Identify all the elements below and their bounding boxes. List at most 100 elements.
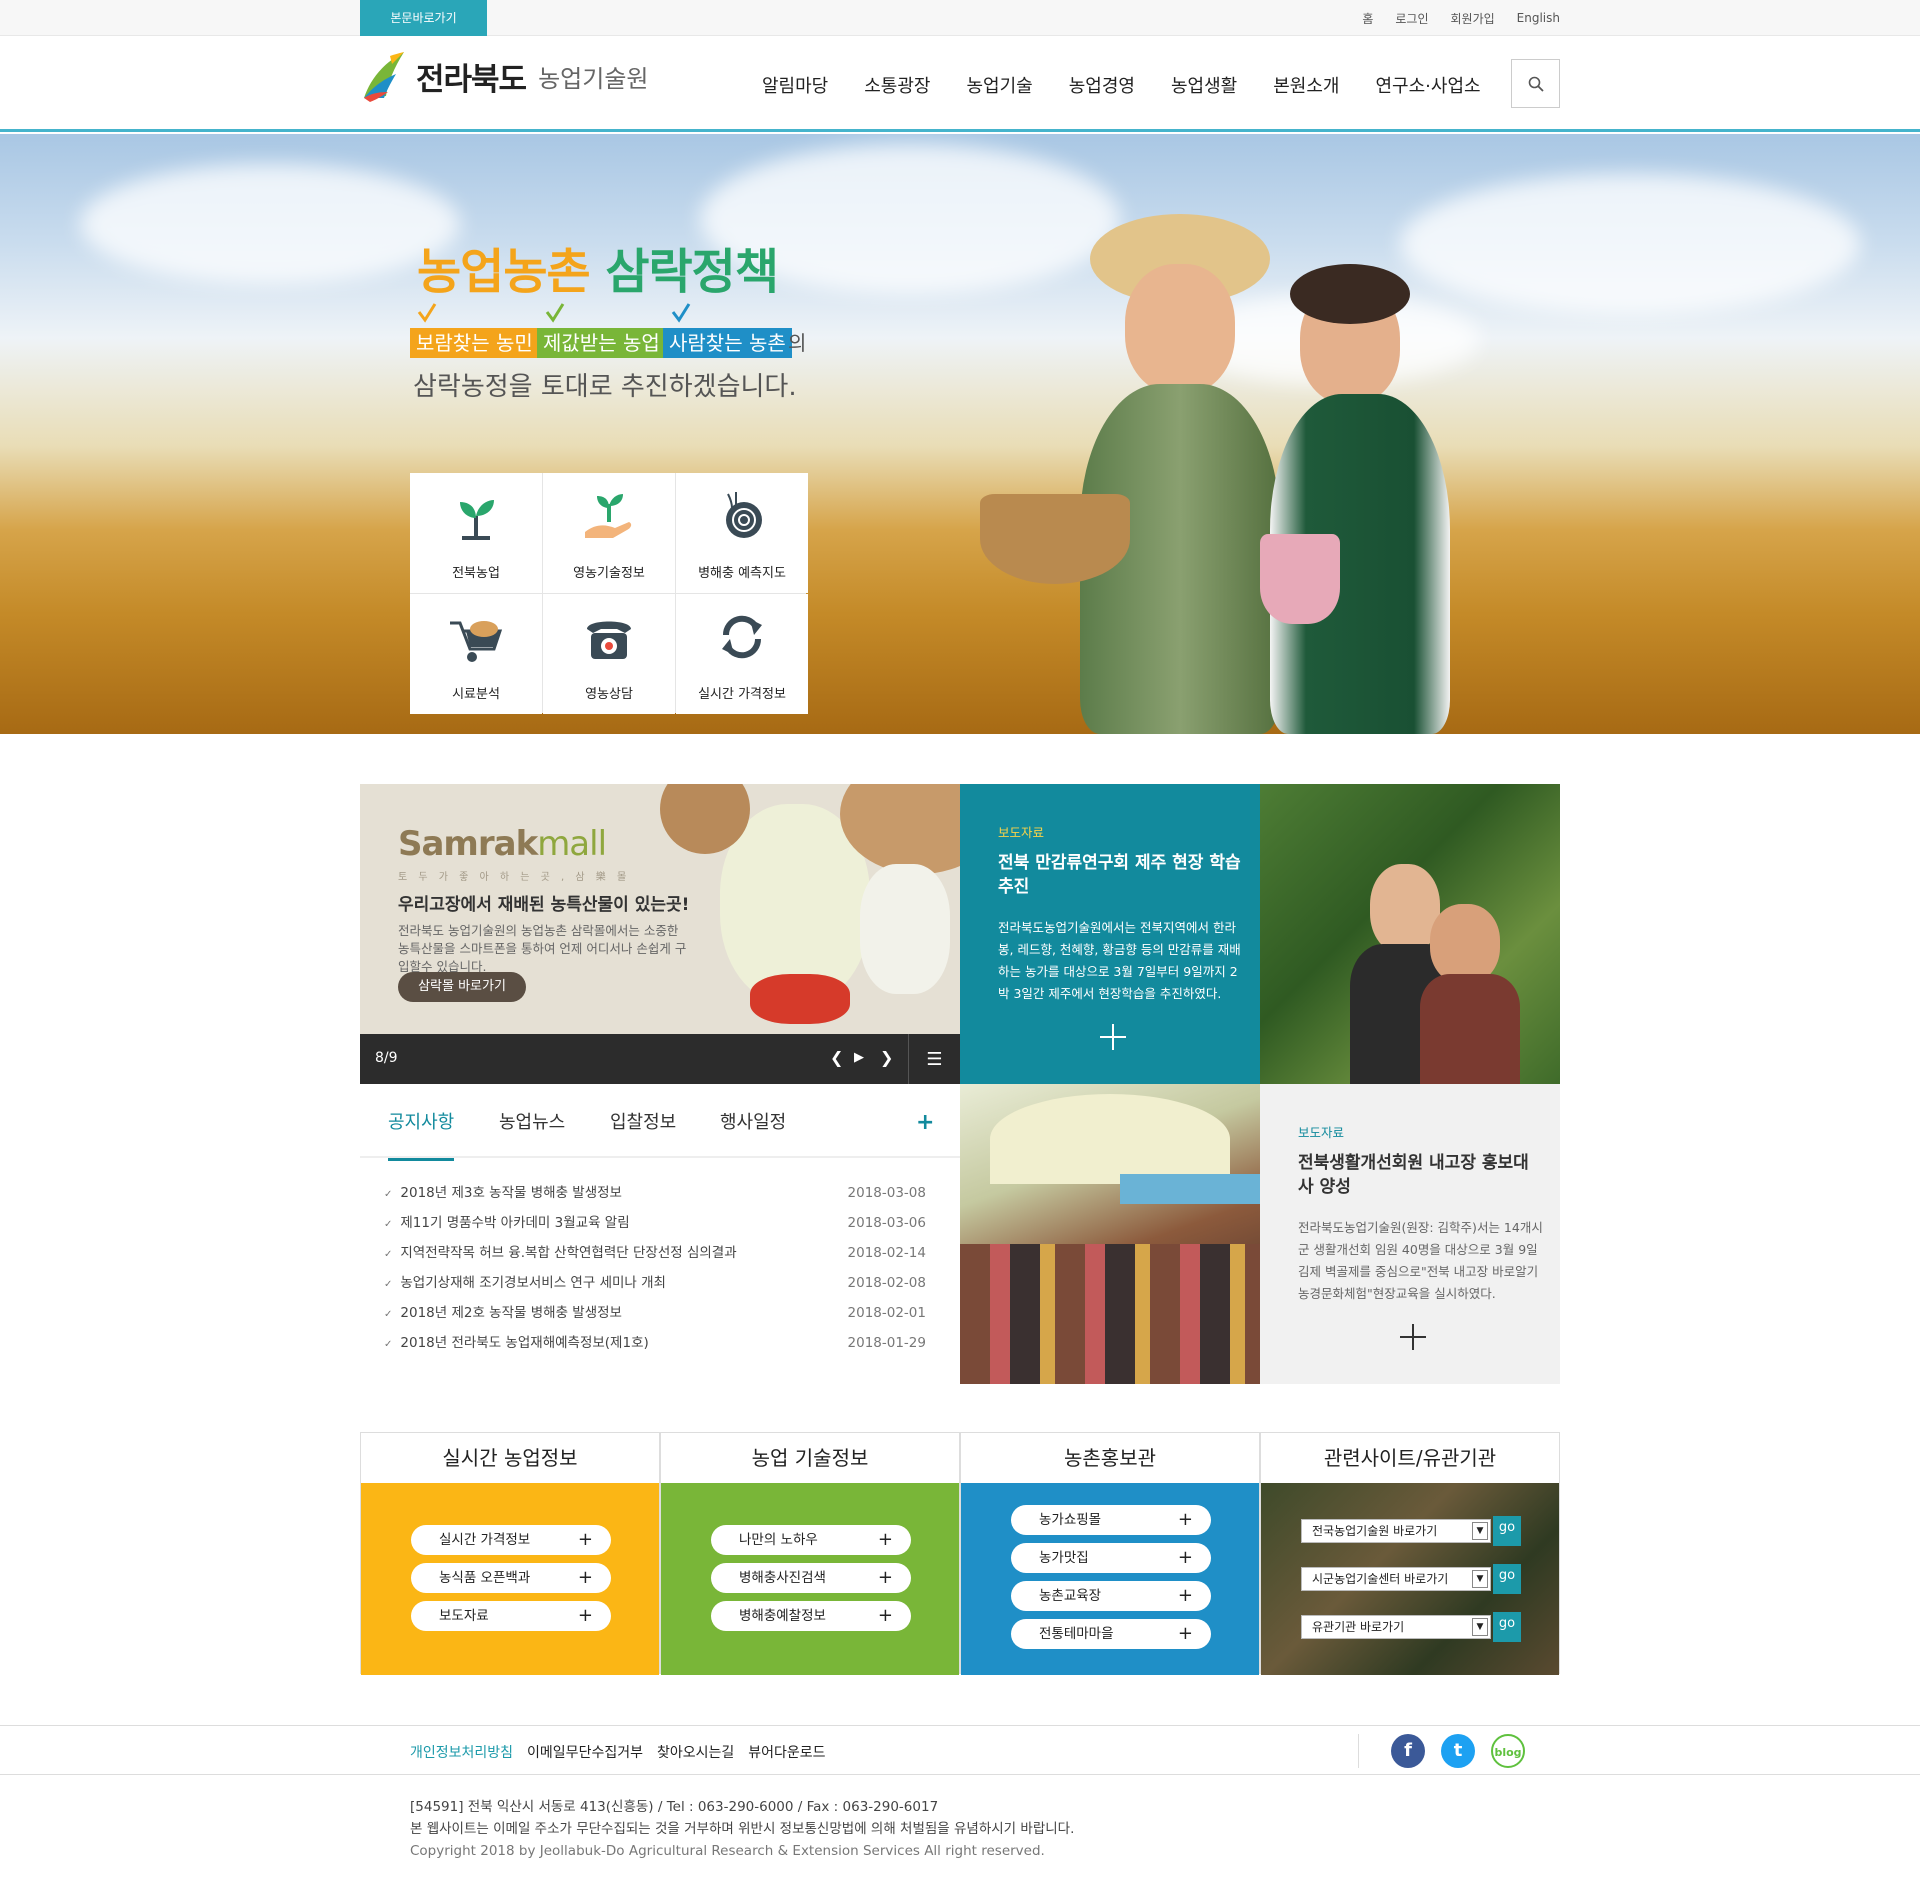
quick-label: 영농기술정보 [573, 566, 645, 581]
more-plus-icon[interactable]: + [916, 1110, 934, 1135]
pill-label: 병해충사진검색 [739, 1570, 826, 1586]
email-refusal-link[interactable]: 이메일무단수집거부 [527, 1742, 643, 1762]
facebook-icon[interactable]: f [1391, 1734, 1425, 1768]
more-plus-icon[interactable] [1400, 1324, 1426, 1350]
hand-sprout-icon [585, 494, 632, 538]
list-item[interactable]: 2018년 제3호 농작물 병해충 발생정보 2018-03-08 [384, 1184, 926, 1214]
link-rural-education[interactable]: 농촌교육장 + [1011, 1581, 1211, 1611]
tab-bids[interactable]: 입찰정보 [610, 1108, 676, 1158]
notice-title[interactable]: 지역전략작목 허브 융.복합 산학연협력단 단장선정 심의결과 [384, 1244, 736, 1274]
link-pest-photo-search[interactable]: 병해충사진검색 + [711, 1563, 911, 1593]
play-icon[interactable]: ▶ [854, 1050, 864, 1065]
agri-tech-info-box: 농업 기술정보 나만의 노하우 + 병해충사진검색 + 병해충예찰정보 + [660, 1432, 960, 1675]
viewer-download-link[interactable]: 뷰어다운로드 [748, 1742, 825, 1762]
link-farm-restaurant[interactable]: 농가맛집 + [1011, 1543, 1211, 1573]
home-link[interactable]: 홈 [1362, 10, 1373, 27]
cloud-decoration [1400, 174, 1860, 314]
link-theme-village[interactable]: 전통테마마을 + [1011, 1619, 1211, 1649]
hero-highlight-3: 사람찾는 농촌 [663, 328, 792, 358]
phone-icon [587, 621, 631, 659]
quick-jeonbuk-agri[interactable]: 전북농업 [410, 473, 542, 593]
hero-subtitle: 삼락농정을 토대로 추진하겠습니다. [413, 372, 797, 402]
box-body: 실시간 가격정보 + 농식품 오픈백과 + 보도자료 + [361, 1483, 659, 1675]
english-link[interactable]: English [1517, 11, 1560, 25]
nav-about[interactable]: 본원소개 [1273, 72, 1339, 98]
quick-label: 전북농업 [452, 566, 500, 581]
tab-events[interactable]: 행사일정 [720, 1108, 786, 1158]
link-realtime-price[interactable]: 실시간 가격정보 + [411, 1525, 611, 1555]
box-title: 농업 기술정보 [661, 1433, 959, 1483]
notice-title[interactable]: 2018년 제3호 농작물 병해충 발생정보 [384, 1184, 622, 1214]
select-city-centers[interactable]: 시군농업기술센터 바로가기 ▼ [1301, 1567, 1491, 1591]
select-national-institutes[interactable]: 전국농업기술원 바로가기 ▼ [1301, 1519, 1491, 1543]
notice-date: 2018-01-29 [847, 1335, 926, 1351]
notice-date: 2018-03-08 [847, 1185, 926, 1201]
quick-realtime-price[interactable]: 실시간 가격정보 [676, 594, 808, 714]
notice-title[interactable]: 2018년 전라북도 농업재해예측정보(제1호) [384, 1334, 648, 1364]
quick-pest-forecast-map[interactable]: 병해충 예측지도 [676, 473, 808, 593]
nav-notice[interactable]: 알림마당 [762, 72, 828, 98]
link-press-releases[interactable]: 보도자료 + [411, 1601, 611, 1631]
select-related-orgs[interactable]: 유관기관 바로가기 ▼ [1301, 1615, 1491, 1639]
nav-institutes[interactable]: 연구소·사업소 [1376, 72, 1481, 98]
nav-agri-life[interactable]: 농업생활 [1171, 72, 1237, 98]
press-release-card-1[interactable]: 보도자료 전북 만감류연구회 제주 현장 학습 추진 전라북도농업기술원에서는 … [960, 784, 1260, 1084]
prev-slide-icon[interactable]: ❮ [830, 1048, 843, 1067]
education-event-photo [960, 1084, 1260, 1384]
quick-farm-consulting[interactable]: 영농상담 [543, 594, 675, 714]
link-farm-shopping[interactable]: 농가쇼핑몰 + [1011, 1505, 1211, 1535]
select-value: 시군농업기술센터 바로가기 [1312, 1572, 1449, 1586]
notice-title[interactable]: 제11기 명품수박 아카데미 3월교육 알림 [384, 1214, 629, 1244]
hero-title-part1: 농업농촌 [417, 244, 591, 300]
press-title: 전북 만감류연구회 제주 현장 학습 추진 [998, 853, 1241, 897]
directions-link[interactable]: 찾아오시는길 [657, 1742, 734, 1762]
nav-agri-tech[interactable]: 농업기술 [967, 72, 1033, 98]
copyright: Copyright 2018 by Jeollabuk-Do Agricultu… [410, 1843, 1045, 1859]
login-link[interactable]: 로그인 [1395, 10, 1428, 27]
list-item[interactable]: 2018년 전라북도 농업재해예측정보(제1호) 2018-01-29 [384, 1334, 926, 1364]
nav-agri-management[interactable]: 농업경영 [1069, 72, 1135, 98]
logo-subtitle: 농업기술원 [538, 64, 649, 93]
tab-notices[interactable]: 공지사항 [388, 1108, 455, 1161]
signup-link[interactable]: 회원가입 [1450, 10, 1494, 27]
link-my-knowhow[interactable]: 나만의 노하우 + [711, 1525, 911, 1555]
nav-community[interactable]: 소통광장 [864, 72, 930, 98]
more-plus-icon[interactable] [1100, 1024, 1126, 1050]
go-button[interactable]: go [1493, 1564, 1521, 1594]
samrak-mall-logo: Samrakmall [398, 824, 607, 864]
quick-menu: 전북농업 영농기술정보 병해충 예측지도 시료분석 영농상담 실시간 가격정보 [410, 473, 808, 714]
wheelbarrow-icon [450, 621, 503, 662]
go-button[interactable]: go [1493, 1516, 1521, 1546]
search-button[interactable] [1511, 59, 1560, 108]
list-item[interactable]: 지역전략작목 허브 융.복합 산학연협력단 단장선정 심의결과 2018-02-1… [384, 1244, 926, 1274]
plus-icon: + [577, 1529, 593, 1550]
box-body: 나만의 노하우 + 병해충사진검색 + 병해충예찰정보 + [661, 1483, 959, 1675]
next-slide-icon[interactable]: ❯ [880, 1048, 893, 1067]
quick-farm-tech-info[interactable]: 영농기술정보 [543, 473, 675, 593]
plus-icon: + [877, 1529, 893, 1550]
link-food-encyclopedia[interactable]: 농식품 오픈백과 + [411, 1563, 611, 1593]
box-body: 농가쇼핑몰 + 농가맛집 + 농촌교육장 + 전통테마마을 + [961, 1483, 1259, 1675]
list-item[interactable]: 농업기상재해 조기경보서비스 연구 세미나 개최 2018-02-08 [384, 1274, 926, 1304]
tab-agri-news[interactable]: 농업뉴스 [499, 1108, 565, 1158]
list-item[interactable]: 2018년 제2호 농작물 병해충 발생정보 2018-02-01 [384, 1304, 926, 1334]
privacy-policy-link[interactable]: 개인정보처리방침 [410, 1742, 513, 1762]
notice-date: 2018-02-01 [847, 1305, 926, 1321]
slide-menu-icon[interactable]: ☰ [908, 1034, 960, 1084]
box-title: 관련사이트/유관기관 [1261, 1433, 1559, 1483]
blog-icon[interactable]: blog [1491, 1734, 1525, 1768]
site-logo[interactable]: 전라북도 농업기술원 [360, 50, 649, 102]
quick-sample-analysis[interactable]: 시료분석 [410, 594, 542, 714]
pill-label: 나만의 노하우 [739, 1532, 818, 1548]
go-button[interactable]: go [1493, 1612, 1521, 1642]
chevron-down-icon: ▼ [1472, 1618, 1488, 1636]
press-release-card-2[interactable]: 보도자료 전북생활개선회원 내고장 홍보대사 양성 전라북도농업기술원(원장: … [1260, 1084, 1560, 1384]
list-item[interactable]: 제11기 명품수박 아카데미 3월교육 알림 2018-03-06 [384, 1214, 926, 1244]
notice-title[interactable]: 2018년 제2호 농작물 병해충 발생정보 [384, 1304, 622, 1334]
samrak-mall-button[interactable]: 삼락몰 바로가기 [398, 972, 526, 1002]
twitter-icon[interactable]: t [1441, 1734, 1475, 1768]
notice-title[interactable]: 농업기상재해 조기경보서비스 연구 세미나 개최 [384, 1274, 666, 1304]
link-pest-forecast-info[interactable]: 병해충예찰정보 + [711, 1601, 911, 1631]
skip-to-content-link[interactable]: 본문바로가기 [360, 0, 487, 36]
footer-links-bar: 개인정보처리방침 이메일무단수집거부 찾아오시는길 뷰어다운로드 f t blo… [0, 1725, 1920, 1775]
